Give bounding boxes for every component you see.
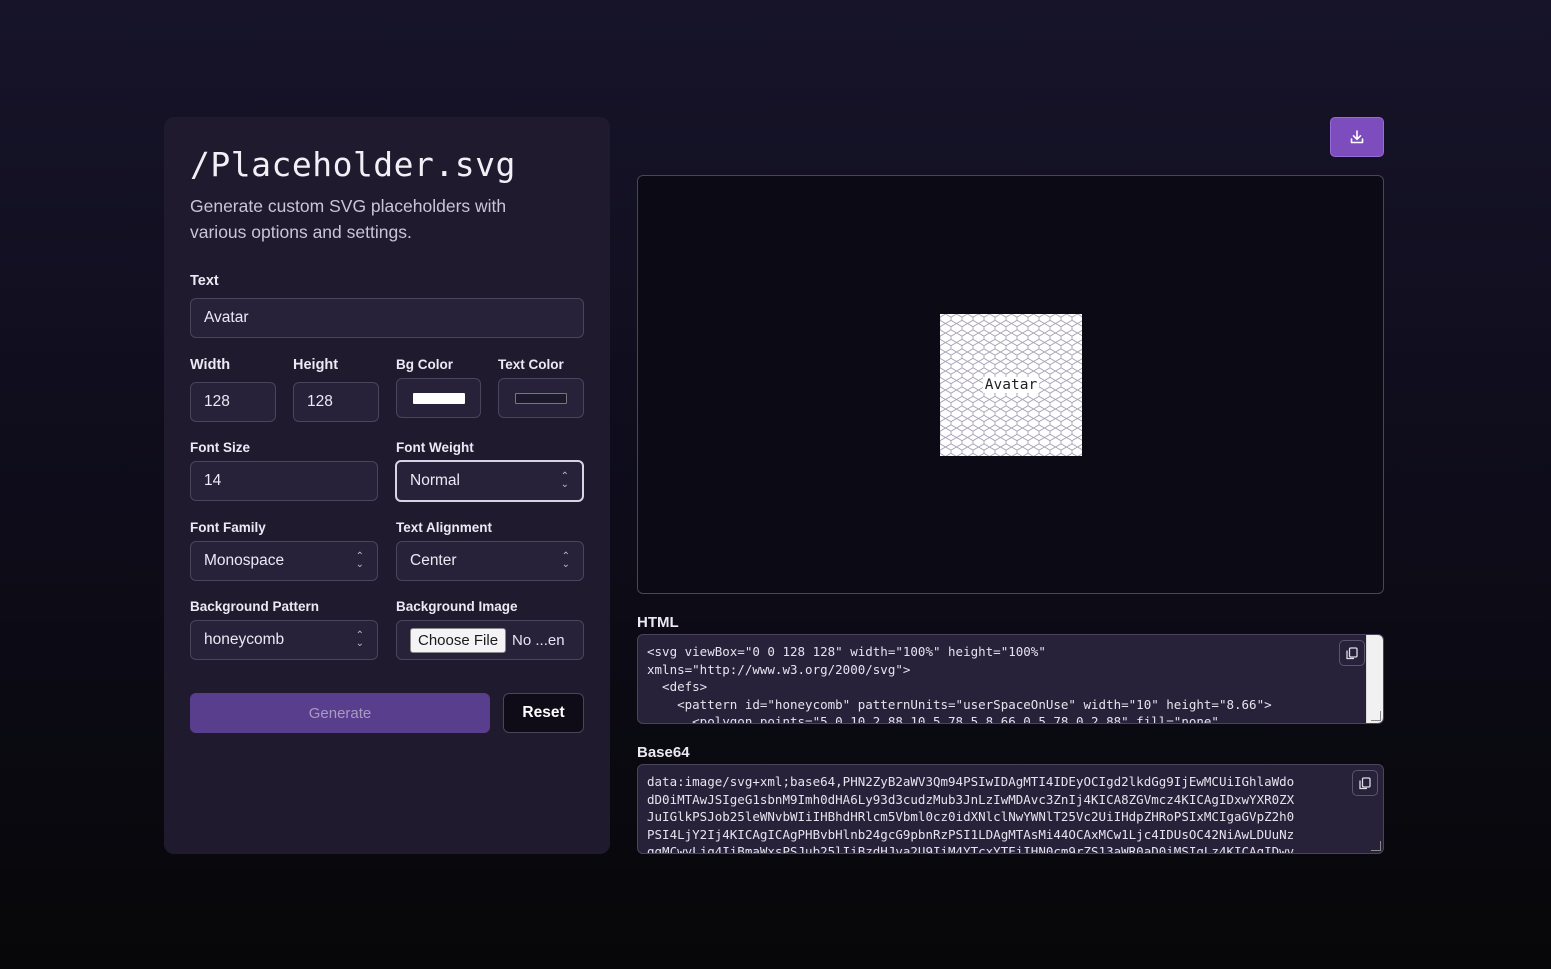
- app-subtitle: Generate custom SVG placeholders with va…: [190, 196, 507, 242]
- font-weight-label: Font Weight: [396, 440, 474, 455]
- bg-image-file-input: Choose File No ...en: [396, 620, 584, 660]
- generate-button[interactable]: Generate: [190, 693, 490, 733]
- preview-text: Avatar: [982, 377, 1040, 393]
- chevron-up-down-icon: ⌃ ⌄: [560, 471, 569, 490]
- html-code-box[interactable]: <svg viewBox="0 0 128 128" width="100%" …: [637, 634, 1384, 724]
- text-color-label: Text Color: [498, 357, 564, 372]
- chevron-up-down-icon: ⌃ ⌄: [561, 551, 570, 570]
- placeholder-preview: Avatar: [940, 314, 1082, 456]
- text-input[interactable]: [190, 298, 584, 338]
- height-label: Height: [293, 357, 339, 373]
- bg-pattern-select[interactable]: honeycomb ⌃ ⌄: [190, 620, 378, 660]
- text-color-swatch: [515, 392, 567, 404]
- resize-handle[interactable]: [1371, 711, 1381, 721]
- html-scrollbar[interactable]: [1366, 635, 1383, 723]
- text-color-picker[interactable]: [498, 378, 584, 418]
- resize-handle[interactable]: [1371, 841, 1381, 851]
- copy-icon: [1346, 646, 1358, 659]
- chevron-up-down-icon: ⌃ ⌄: [355, 551, 364, 570]
- font-size-input[interactable]: [190, 461, 378, 501]
- font-size-label: Font Size: [190, 440, 250, 455]
- font-family-select[interactable]: Monospace ⌃ ⌄: [190, 541, 378, 581]
- reset-button[interactable]: Reset: [503, 693, 584, 733]
- text-alignment-value: Center: [410, 552, 457, 569]
- font-family-value: Monospace: [204, 552, 285, 569]
- text-alignment-label: Text Alignment: [396, 520, 493, 535]
- text-label: Text: [190, 273, 219, 289]
- base64-code-box[interactable]: data:image/svg+xml;base64,PHN2ZyB2aWV3Qm…: [637, 764, 1384, 854]
- bg-image-label: Background Image: [396, 599, 518, 614]
- width-input[interactable]: [190, 382, 276, 422]
- height-input[interactable]: [293, 382, 379, 422]
- bg-pattern-label: Background Pattern: [190, 599, 320, 614]
- chevron-up-down-icon: ⌃ ⌄: [355, 630, 364, 649]
- bg-color-picker[interactable]: [396, 378, 481, 418]
- settings-panel: /Placeholder.svg Generate custom SVG pla…: [164, 117, 610, 854]
- font-weight-select[interactable]: Normal ⌃ ⌄: [395, 460, 584, 502]
- font-family-label: Font Family: [190, 520, 266, 535]
- font-weight-value: Normal: [410, 472, 460, 489]
- download-button[interactable]: [1330, 117, 1384, 157]
- copy-base64-button[interactable]: [1352, 770, 1378, 796]
- html-code: <svg viewBox="0 0 128 128" width="100%" …: [647, 644, 1272, 724]
- bg-pattern-value: honeycomb: [204, 631, 285, 648]
- width-label: Width: [190, 357, 231, 373]
- file-name-text: No ...en: [512, 631, 565, 649]
- html-label: HTML: [637, 614, 679, 631]
- copy-html-button[interactable]: [1339, 640, 1365, 666]
- bg-color-label: Bg Color: [396, 357, 453, 372]
- text-alignment-select[interactable]: Center ⌃ ⌄: [396, 541, 584, 581]
- app-title: /Placeholder.svg: [190, 145, 516, 184]
- preview-area: Avatar: [637, 175, 1384, 594]
- download-icon: [1350, 130, 1364, 144]
- base64-code: data:image/svg+xml;base64,PHN2ZyB2aWV3Qm…: [647, 774, 1295, 854]
- copy-icon: [1359, 776, 1371, 789]
- choose-file-button[interactable]: Choose File: [410, 627, 507, 653]
- base64-label: Base64: [637, 744, 690, 761]
- bg-color-swatch: [412, 392, 465, 404]
